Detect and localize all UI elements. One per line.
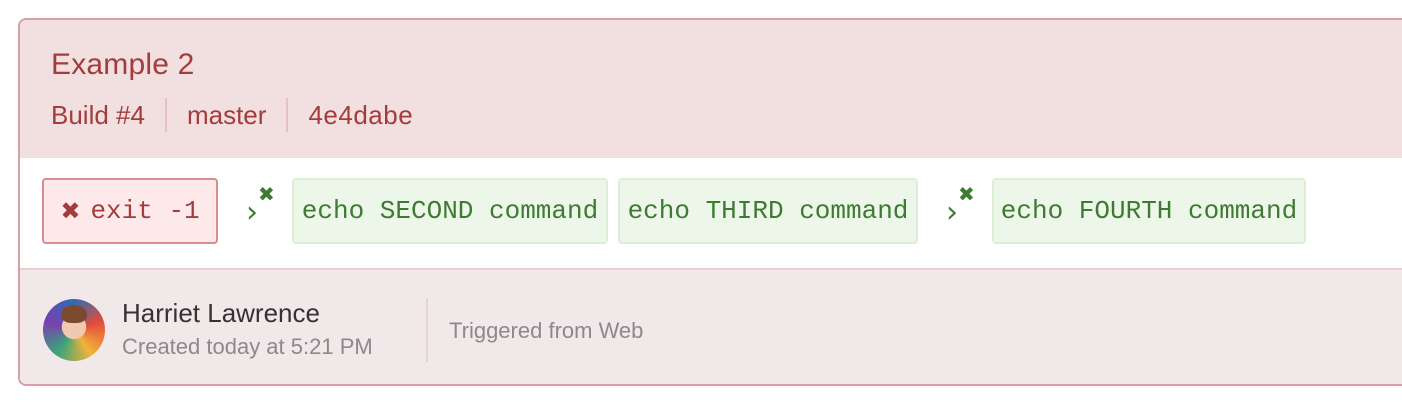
job-echo-fourth[interactable]: echo FOURTH command [992,178,1306,244]
x-icon: ✖ [958,182,975,206]
job-echo-third[interactable]: echo THIRD command [618,178,918,244]
build-title[interactable]: Example 2 [51,48,195,82]
job-label: echo FOURTH command [1000,196,1298,226]
x-icon: ✖ [60,197,81,225]
build-number[interactable]: Build #4 [51,98,165,132]
commit-hash[interactable]: 4e4dabe [286,98,433,132]
user-name: Harriet Lawrence [122,298,320,328]
divider [426,298,428,362]
pipeline-jobs: ✖ exit -1 › ✖ echo SECOND command echo T… [20,158,1402,270]
chevron-right-icon: › [246,195,258,230]
build-header: Example 2 Build #4 master 4e4dabe [20,20,1402,160]
build-footer: Harriet Lawrence Created today at 5:21 P… [20,270,1402,384]
wait-step-separator: › ✖ [246,182,282,236]
job-failed-exit[interactable]: ✖ exit -1 [42,178,218,244]
job-label: exit -1 [90,196,200,226]
job-label: echo SECOND command [301,196,599,226]
avatar [43,299,105,361]
chevron-right-icon: › [946,195,958,230]
job-echo-second[interactable]: echo SECOND command [292,178,608,244]
trigger-source: Triggered from Web [449,318,644,343]
build-card: Example 2 Build #4 master 4e4dabe ✖ exit… [18,18,1402,386]
wait-step-separator: › ✖ [946,182,982,236]
job-label: echo THIRD command [627,196,909,226]
x-icon: ✖ [258,182,275,206]
build-meta: Build #4 master 4e4dabe [51,98,433,132]
created-timestamp: Created today at 5:21 PM [122,334,373,359]
branch-name[interactable]: master [164,98,286,132]
